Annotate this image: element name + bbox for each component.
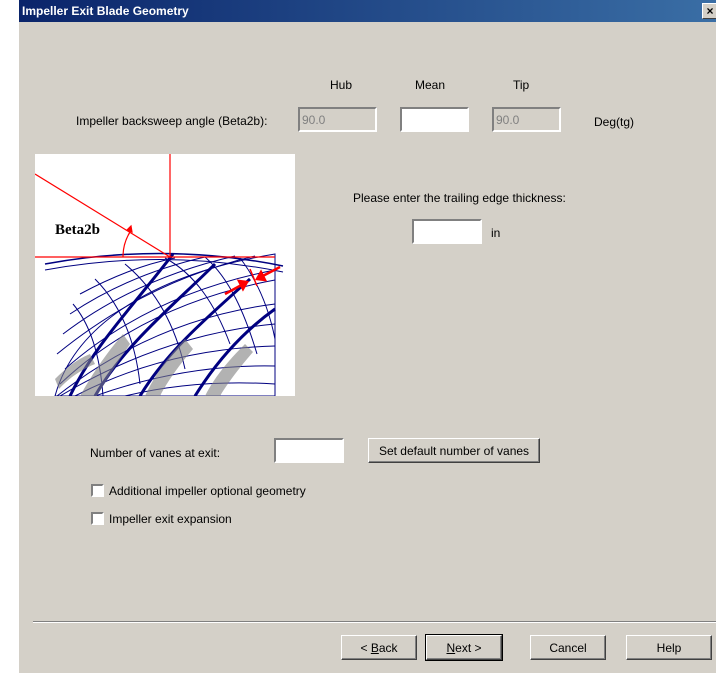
additional-geometry-label[interactable]: Additional impeller optional geometry (109, 484, 306, 498)
thickness-unit-label: in (491, 226, 501, 240)
title-bar[interactable]: Impeller Exit Blade Geometry × (19, 0, 716, 22)
column-header-tip: Tip (513, 78, 530, 92)
column-header-hub: Hub (330, 78, 353, 92)
cancel-button[interactable]: Cancel (530, 635, 606, 660)
additional-geometry-checkbox[interactable] (91, 484, 104, 497)
blade-geometry-diagram: Beta2b (34, 154, 295, 397)
trailing-edge-prompt: Please enter the trailing edge thickness… (353, 191, 566, 205)
vanes-label: Number of vanes at exit: (90, 446, 221, 460)
back-label-rest: ack (378, 640, 398, 655)
blade-diagram-svg: Beta2b (34, 154, 295, 397)
angle-unit-label: Deg(tg) (594, 115, 635, 129)
back-accelerator: B (370, 640, 379, 655)
window-title: Impeller Exit Blade Geometry (22, 4, 189, 18)
mean-angle-input[interactable] (400, 107, 469, 132)
close-icon[interactable]: × (706, 4, 713, 18)
set-default-vanes-button[interactable]: Set default number of vanes (368, 438, 540, 463)
backsweep-label: Impeller backsweep angle (Beta2b): (76, 114, 268, 128)
footer-separator (33, 621, 716, 623)
next-label-rest: ext > (455, 640, 482, 655)
tip-angle-input[interactable] (492, 107, 561, 132)
trailing-edge-thickness-input[interactable] (412, 219, 482, 244)
back-button[interactable]: < Back (341, 635, 417, 660)
exit-expansion-checkbox[interactable] (91, 512, 104, 525)
back-prefix: < (360, 640, 371, 655)
next-accelerator: N (446, 640, 456, 655)
close-button[interactable]: × (702, 3, 716, 19)
next-button[interactable]: Next > (425, 634, 503, 661)
beta2b-label: Beta2b (55, 222, 100, 238)
column-header-mean: Mean (415, 78, 446, 92)
help-button[interactable]: Help (626, 635, 712, 660)
vanes-count-input[interactable] (274, 438, 344, 463)
hub-angle-input[interactable] (298, 107, 377, 132)
exit-expansion-label[interactable]: Impeller exit expansion (109, 512, 232, 526)
